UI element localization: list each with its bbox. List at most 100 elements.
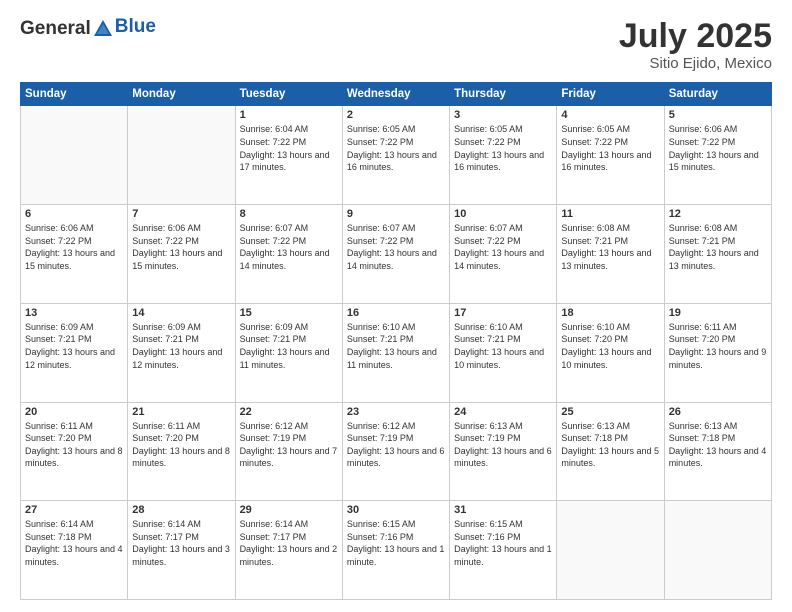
calendar-week-3: 13 Sunrise: 6:09 AM Sunset: 7:21 PM Dayli… [21, 303, 772, 402]
day-info: Sunrise: 6:06 AM Sunset: 7:22 PM Dayligh… [132, 222, 230, 272]
day-number: 23 [347, 406, 445, 418]
location-title: Sitio Ejido, Mexico [619, 55, 772, 72]
calendar-week-2: 6 Sunrise: 6:06 AM Sunset: 7:22 PM Daylig… [21, 205, 772, 304]
calendar-cell [21, 106, 128, 205]
day-info: Sunrise: 6:11 AM Sunset: 7:20 PM Dayligh… [132, 420, 230, 470]
calendar-cell: 17Sunrise: 6:10 AM Sunset: 7:21 PM Dayli… [450, 303, 557, 402]
header-tuesday: Tuesday [235, 83, 342, 106]
calendar-cell: 25 Sunrise: 6:13 AM Sunset: 7:18 PM Dayli… [557, 402, 664, 501]
calendar-cell: 2 Sunrise: 6:05 AM Sunset: 7:22 PM Daylig… [342, 106, 449, 205]
calendar-cell [557, 501, 664, 600]
calendar-cell: 31 Sunrise: 6:15 AM Sunset: 7:16 PM Dayli… [450, 501, 557, 600]
calendar-week-1: 1 Sunrise: 6:04 AM Sunset: 7:22 PM Daylig… [21, 106, 772, 205]
day-info: Sunrise: 6:15 AM Sunset: 7:16 PM Dayligh… [454, 518, 552, 568]
calendar-cell: 8 Sunrise: 6:07 AM Sunset: 7:22 PM Daylig… [235, 205, 342, 304]
calendar-cell: 20Sunrise: 6:11 AM Sunset: 7:20 PM Dayli… [21, 402, 128, 501]
day-info: Sunrise: 6:05 AM Sunset: 7:22 PM Dayligh… [347, 123, 445, 173]
day-number: 14 [132, 307, 230, 319]
calendar-cell: 15 Sunrise: 6:09 AM Sunset: 7:21 PM Dayli… [235, 303, 342, 402]
day-info: Sunrise: 6:05 AM Sunset: 7:22 PM Dayligh… [454, 123, 552, 173]
calendar-cell: 1 Sunrise: 6:04 AM Sunset: 7:22 PM Daylig… [235, 106, 342, 205]
day-info: Sunrise: 6:14 AM Sunset: 7:17 PM Dayligh… [240, 518, 338, 568]
day-number: 7 [132, 208, 230, 220]
header-monday: Monday [128, 83, 235, 106]
header: General Blue July 2025 Sitio Ejido, Mexi… [20, 18, 772, 72]
day-info: Sunrise: 6:08 AM Sunset: 7:21 PM Dayligh… [561, 222, 659, 272]
calendar-cell: 28Sunrise: 6:14 AM Sunset: 7:17 PM Dayli… [128, 501, 235, 600]
calendar-week-5: 27Sunrise: 6:14 AM Sunset: 7:18 PM Dayli… [21, 501, 772, 600]
day-number: 30 [347, 504, 445, 516]
day-info: Sunrise: 6:10 AM Sunset: 7:21 PM Dayligh… [347, 321, 445, 371]
day-number: 4 [561, 109, 659, 121]
day-info: Sunrise: 6:11 AM Sunset: 7:20 PM Dayligh… [25, 420, 123, 470]
day-info: Sunrise: 6:08 AM Sunset: 7:21 PM Dayligh… [669, 222, 767, 272]
day-number: 22 [240, 406, 338, 418]
day-number: 13 [25, 307, 123, 319]
calendar-cell: 6 Sunrise: 6:06 AM Sunset: 7:22 PM Daylig… [21, 205, 128, 304]
day-info: Sunrise: 6:12 AM Sunset: 7:19 PM Dayligh… [240, 420, 338, 470]
day-number: 12 [669, 208, 767, 220]
calendar-cell: 13Sunrise: 6:09 AM Sunset: 7:21 PM Dayli… [21, 303, 128, 402]
day-number: 3 [454, 109, 552, 121]
calendar-cell: 30 Sunrise: 6:15 AM Sunset: 7:16 PM Dayli… [342, 501, 449, 600]
day-number: 15 [240, 307, 338, 319]
day-number: 10 [454, 208, 552, 220]
month-title: July 2025 [619, 18, 772, 55]
day-number: 6 [25, 208, 123, 220]
day-info: Sunrise: 6:13 AM Sunset: 7:18 PM Dayligh… [561, 420, 659, 470]
header-friday: Friday [557, 83, 664, 106]
calendar-cell: 12 Sunrise: 6:08 AM Sunset: 7:21 PM Dayli… [664, 205, 771, 304]
calendar-cell: 29Sunrise: 6:14 AM Sunset: 7:17 PM Dayli… [235, 501, 342, 600]
calendar-cell: 3 Sunrise: 6:05 AM Sunset: 7:22 PM Daylig… [450, 106, 557, 205]
calendar-cell: 14 Sunrise: 6:09 AM Sunset: 7:21 PM Dayli… [128, 303, 235, 402]
calendar-cell: 16 Sunrise: 6:10 AM Sunset: 7:21 PM Dayli… [342, 303, 449, 402]
day-number: 2 [347, 109, 445, 121]
calendar-cell: 21Sunrise: 6:11 AM Sunset: 7:20 PM Dayli… [128, 402, 235, 501]
calendar-cell: 27Sunrise: 6:14 AM Sunset: 7:18 PM Dayli… [21, 501, 128, 600]
header-thursday: Thursday [450, 83, 557, 106]
day-info: Sunrise: 6:07 AM Sunset: 7:22 PM Dayligh… [347, 222, 445, 272]
day-number: 19 [669, 307, 767, 319]
day-number: 16 [347, 307, 445, 319]
calendar-cell [128, 106, 235, 205]
header-saturday: Saturday [664, 83, 771, 106]
day-number: 18 [561, 307, 659, 319]
header-wednesday: Wednesday [342, 83, 449, 106]
calendar-cell: 11Sunrise: 6:08 AM Sunset: 7:21 PM Dayli… [557, 205, 664, 304]
calendar-table: Sunday Monday Tuesday Wednesday Thursday… [20, 82, 772, 600]
day-info: Sunrise: 6:07 AM Sunset: 7:22 PM Dayligh… [240, 222, 338, 272]
calendar-cell: 18Sunrise: 6:10 AM Sunset: 7:20 PM Dayli… [557, 303, 664, 402]
day-info: Sunrise: 6:09 AM Sunset: 7:21 PM Dayligh… [240, 321, 338, 371]
day-number: 8 [240, 208, 338, 220]
day-info: Sunrise: 6:05 AM Sunset: 7:22 PM Dayligh… [561, 123, 659, 173]
day-number: 31 [454, 504, 552, 516]
day-number: 9 [347, 208, 445, 220]
header-sunday: Sunday [21, 83, 128, 106]
calendar-cell: 26 Sunrise: 6:13 AM Sunset: 7:18 PM Dayli… [664, 402, 771, 501]
logo-blue-text: Blue [115, 16, 156, 38]
day-info: Sunrise: 6:07 AM Sunset: 7:22 PM Dayligh… [454, 222, 552, 272]
day-number: 26 [669, 406, 767, 418]
day-info: Sunrise: 6:04 AM Sunset: 7:22 PM Dayligh… [240, 123, 338, 173]
day-number: 25 [561, 406, 659, 418]
day-number: 1 [240, 109, 338, 121]
calendar-header-row: Sunday Monday Tuesday Wednesday Thursday… [21, 83, 772, 106]
calendar-cell: 4 Sunrise: 6:05 AM Sunset: 7:22 PM Daylig… [557, 106, 664, 205]
day-number: 28 [132, 504, 230, 516]
logo: General Blue [20, 18, 156, 40]
day-info: Sunrise: 6:06 AM Sunset: 7:22 PM Dayligh… [25, 222, 123, 272]
day-number: 24 [454, 406, 552, 418]
calendar-cell: 10 Sunrise: 6:07 AM Sunset: 7:22 PM Dayli… [450, 205, 557, 304]
day-info: Sunrise: 6:14 AM Sunset: 7:18 PM Dayligh… [25, 518, 123, 568]
calendar-cell: 23Sunrise: 6:12 AM Sunset: 7:19 PM Dayli… [342, 402, 449, 501]
logo-icon [92, 18, 114, 40]
day-info: Sunrise: 6:13 AM Sunset: 7:18 PM Dayligh… [669, 420, 767, 470]
title-block: July 2025 Sitio Ejido, Mexico [619, 18, 772, 72]
day-info: Sunrise: 6:09 AM Sunset: 7:21 PM Dayligh… [132, 321, 230, 371]
day-info: Sunrise: 6:15 AM Sunset: 7:16 PM Dayligh… [347, 518, 445, 568]
logo-general-text: General [20, 18, 91, 40]
calendar-cell: 22 Sunrise: 6:12 AM Sunset: 7:19 PM Dayli… [235, 402, 342, 501]
day-info: Sunrise: 6:11 AM Sunset: 7:20 PM Dayligh… [669, 321, 767, 371]
calendar-cell: 19 Sunrise: 6:11 AM Sunset: 7:20 PM Dayli… [664, 303, 771, 402]
calendar-cell: 9 Sunrise: 6:07 AM Sunset: 7:22 PM Daylig… [342, 205, 449, 304]
